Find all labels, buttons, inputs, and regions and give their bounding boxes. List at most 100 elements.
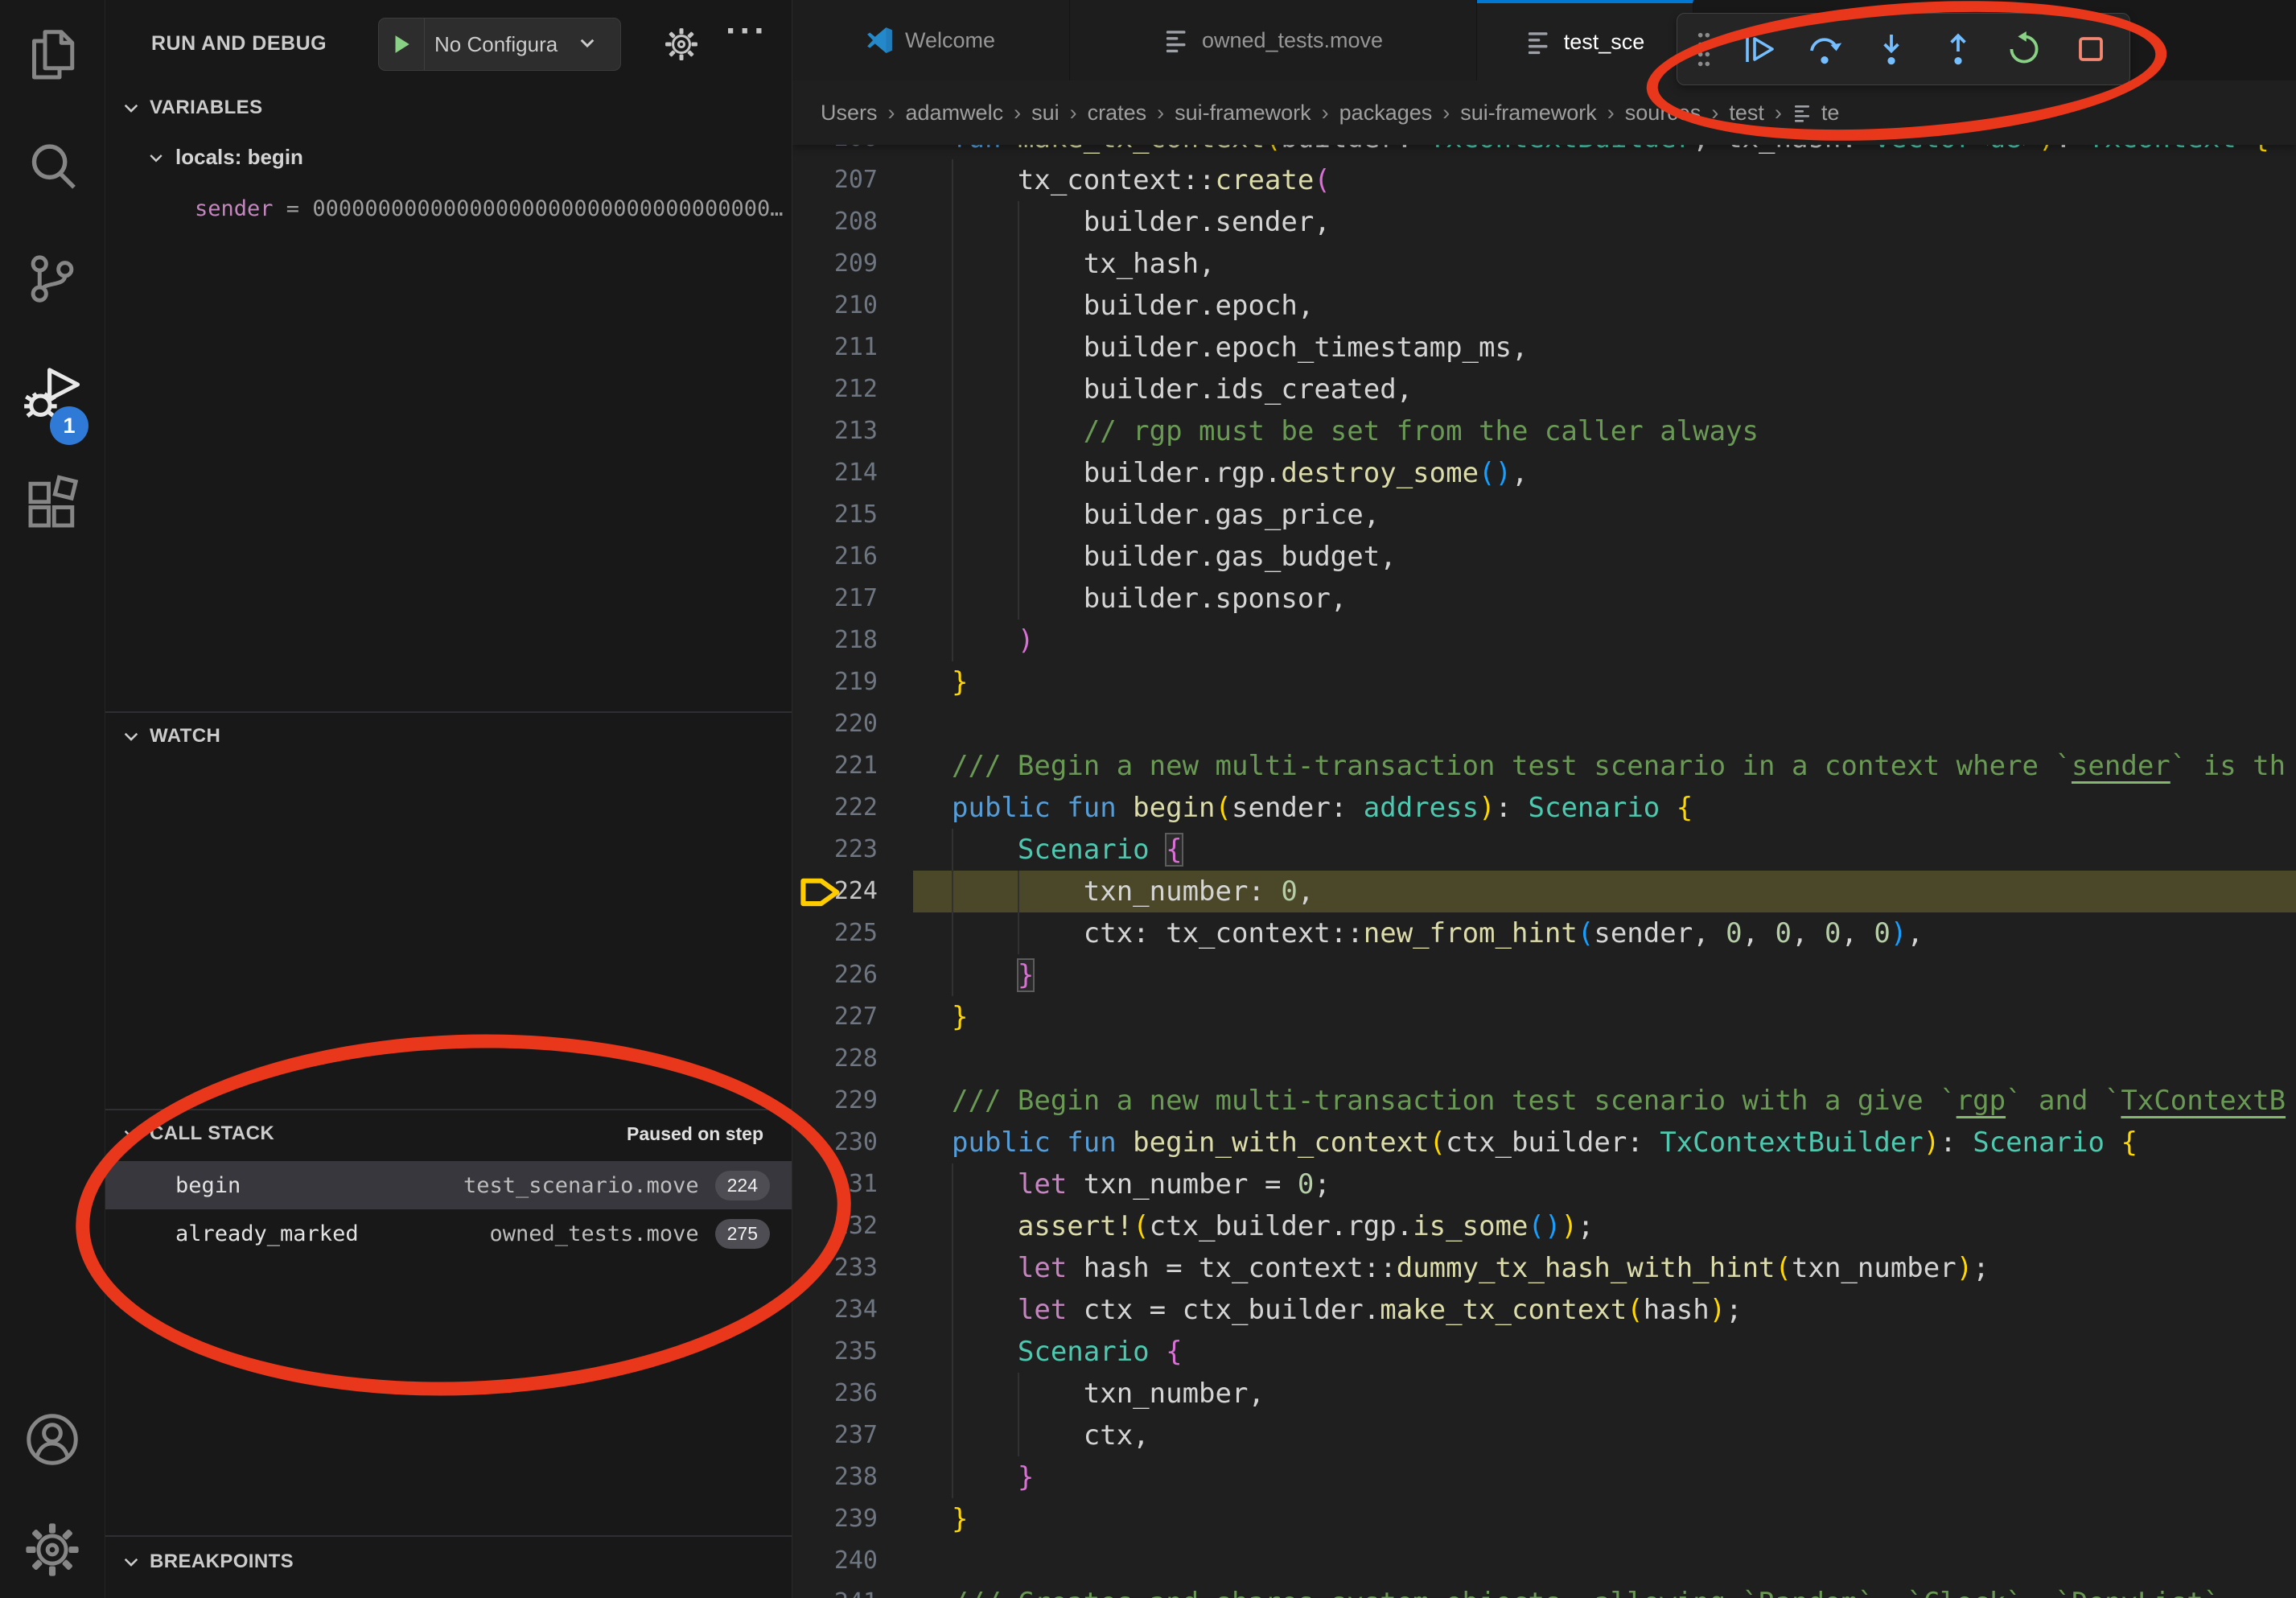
breadcrumb-item[interactable]: test [1729, 101, 1764, 126]
step-out-button[interactable] [1932, 20, 1984, 78]
code-text[interactable]: builder.sponsor, [952, 578, 1347, 620]
more-actions-icon[interactable]: ··· [726, 11, 768, 51]
line-number[interactable]: 215 [792, 494, 878, 536]
debug-configuration-label[interactable]: No Configura [434, 32, 575, 57]
code-text[interactable]: txn_number: 0, [952, 871, 1314, 912]
code-text[interactable]: public fun begin_with_context(ctx_builde… [952, 1122, 2138, 1163]
code-text[interactable]: } [952, 1498, 968, 1540]
code-text[interactable]: builder.epoch, [952, 285, 1314, 327]
line-number[interactable]: 237 [792, 1415, 878, 1456]
code-text[interactable]: txn_number, [952, 1373, 1265, 1415]
code-text[interactable]: let txn_number = 0; [952, 1163, 1331, 1205]
line-number[interactable]: 226 [792, 954, 878, 996]
editor-tab-test-sce[interactable]: test_sce [1477, 0, 1693, 80]
line-number[interactable]: 235 [792, 1331, 878, 1373]
debug-settings-gear-icon[interactable] [664, 27, 699, 62]
editor-tab-welcome[interactable]: Welcome [792, 0, 1070, 80]
code-text[interactable]: } [952, 1456, 1034, 1498]
line-number[interactable]: 239 [792, 1498, 878, 1540]
code-text[interactable]: Scenario { [952, 829, 1183, 871]
code-text[interactable]: public fun begin(sender: address): Scena… [952, 787, 1693, 829]
code-text[interactable]: // rgp must be set from the caller alway… [952, 410, 1759, 452]
line-number[interactable]: 228 [792, 1038, 878, 1080]
code-text[interactable]: ctx: tx_context::new_from_hint(sender, 0… [952, 912, 1924, 954]
line-number[interactable]: 223 [792, 829, 878, 871]
activity-bar-item-extensions[interactable] [23, 475, 81, 533]
line-number[interactable]: 222 [792, 787, 878, 829]
toolbar-gripper-icon[interactable] [1690, 20, 1718, 78]
breadcrumb-item[interactable]: crates [1088, 101, 1147, 126]
chevron-down-icon[interactable] [577, 32, 598, 57]
code-text[interactable]: builder.gas_budget, [952, 536, 1397, 578]
editor-tab-owned-tests-move[interactable]: owned_tests.move [1070, 0, 1477, 80]
code-editor[interactable]: 206fun make_tx_context(builder: TxContex… [792, 0, 2296, 1598]
line-number[interactable]: 229 [792, 1080, 878, 1122]
code-text[interactable]: Scenario { [952, 1331, 1183, 1373]
line-number[interactable]: 209 [792, 243, 878, 285]
line-number[interactable]: 232 [792, 1205, 878, 1247]
debug-configuration-dropdown[interactable]: No Configura [378, 18, 621, 71]
code-text[interactable]: ) [952, 620, 1034, 661]
activity-bar-item-search[interactable] [23, 138, 81, 196]
stop-button[interactable] [2065, 20, 2117, 78]
code-text[interactable]: tx_context::create( [952, 159, 1331, 201]
activity-bar-item-account[interactable] [23, 1411, 81, 1468]
breadcrumb-item[interactable]: adamwelc [906, 101, 1004, 126]
code-text[interactable]: /// Creates and shares system objects, a… [952, 1582, 2220, 1598]
code-text[interactable]: /// Begin a new multi-transaction test s… [952, 1080, 2286, 1122]
breadcrumb-item[interactable]: sui-framework [1460, 101, 1597, 126]
line-number[interactable]: 219 [792, 661, 878, 703]
debug-start-icon[interactable] [379, 19, 425, 70]
code-text[interactable]: } [952, 661, 968, 703]
code-text[interactable]: builder.epoch_timestamp_ms, [952, 327, 1528, 369]
breadcrumb-item[interactable]: sui [1031, 101, 1060, 126]
line-number[interactable]: 218 [792, 620, 878, 661]
line-number[interactable]: 233 [792, 1247, 878, 1289]
breadcrumb-item[interactable]: Users [821, 101, 878, 126]
line-number[interactable]: 213 [792, 410, 878, 452]
line-number[interactable]: 230 [792, 1122, 878, 1163]
code-text[interactable]: assert!(ctx_builder.rgp.is_some()); [952, 1205, 1594, 1247]
code-text[interactable]: let hash = tx_context::dummy_tx_hash_wit… [952, 1247, 1989, 1289]
breadcrumb-item[interactable]: sources [1625, 101, 1701, 126]
step-over-button[interactable] [1799, 20, 1850, 78]
line-number[interactable]: 214 [792, 452, 878, 494]
breadcrumb-item[interactable]: packages [1339, 101, 1433, 126]
line-number[interactable]: 225 [792, 912, 878, 954]
variables-scope-label[interactable]: locals: begin [175, 145, 303, 170]
line-number[interactable]: 217 [792, 578, 878, 620]
line-number[interactable]: 227 [792, 996, 878, 1038]
line-number[interactable]: 234 [792, 1289, 878, 1331]
code-text[interactable]: builder.gas_price, [952, 494, 1380, 536]
watch-section-header[interactable]: WATCH [105, 713, 792, 760]
line-number[interactable]: 208 [792, 201, 878, 243]
code-text[interactable]: builder.ids_created, [952, 369, 1413, 410]
activity-bar-item-explorer[interactable] [23, 27, 81, 84]
line-number[interactable]: 238 [792, 1456, 878, 1498]
code-text[interactable]: builder.rgp.destroy_some(), [952, 452, 1528, 494]
code-text[interactable]: /// Begin a new multi-transaction test s… [952, 745, 2286, 787]
line-number[interactable]: 240 [792, 1540, 878, 1582]
restart-button[interactable] [1998, 20, 2050, 78]
breakpoints-section-header[interactable]: BREAKPOINTS [105, 1538, 792, 1585]
code-text[interactable]: builder.sender, [952, 201, 1331, 243]
line-number[interactable]: 207 [792, 159, 878, 201]
breadcrumb-file[interactable]: te [1792, 101, 1840, 126]
variables-section-header[interactable]: VARIABLES [105, 84, 792, 131]
step-into-button[interactable] [1866, 20, 1917, 78]
line-number[interactable]: 221 [792, 745, 878, 787]
activity-bar-item-source-control[interactable] [23, 249, 81, 307]
line-number[interactable]: 231 [792, 1163, 878, 1205]
call-stack-section-header[interactable]: CALL STACK Paused on step [105, 1110, 792, 1157]
variable-row[interactable]: sender = 0000000000000000000000000000000… [195, 196, 790, 221]
continue-button[interactable] [1733, 20, 1784, 78]
line-number[interactable]: 210 [792, 285, 878, 327]
call-stack-frame[interactable]: begintest_scenario.move224 [105, 1161, 792, 1209]
call-stack-frame[interactable]: already_markedowned_tests.move275 [105, 1209, 792, 1258]
activity-bar-item-settings[interactable] [23, 1521, 81, 1579]
line-number[interactable]: 220 [792, 703, 878, 745]
line-number[interactable]: 212 [792, 369, 878, 410]
code-text[interactable]: ctx, [952, 1415, 1150, 1456]
code-text[interactable]: tx_hash, [952, 243, 1216, 285]
code-text[interactable]: } [952, 996, 968, 1038]
